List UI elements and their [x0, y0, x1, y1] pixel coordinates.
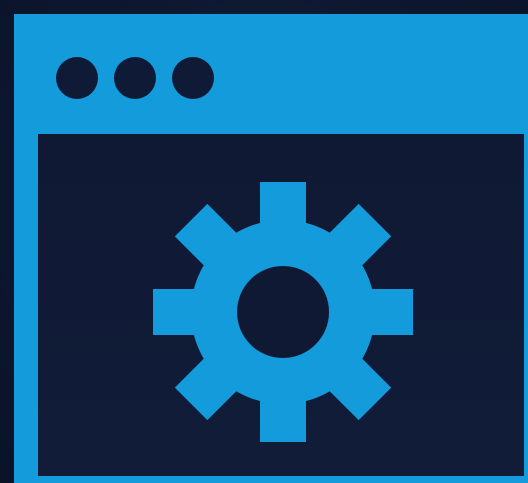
window-control-dot-3: [172, 57, 214, 99]
window-control-dot-2: [114, 57, 156, 99]
settings-app-icon: [0, 0, 528, 483]
window-control-dot-1: [56, 57, 98, 99]
window-titlebar: [14, 14, 528, 132]
gear-hole: [237, 266, 329, 358]
browser-window-frame: [14, 14, 528, 483]
window-content-area: [38, 134, 524, 476]
gear-icon: [153, 182, 413, 442]
